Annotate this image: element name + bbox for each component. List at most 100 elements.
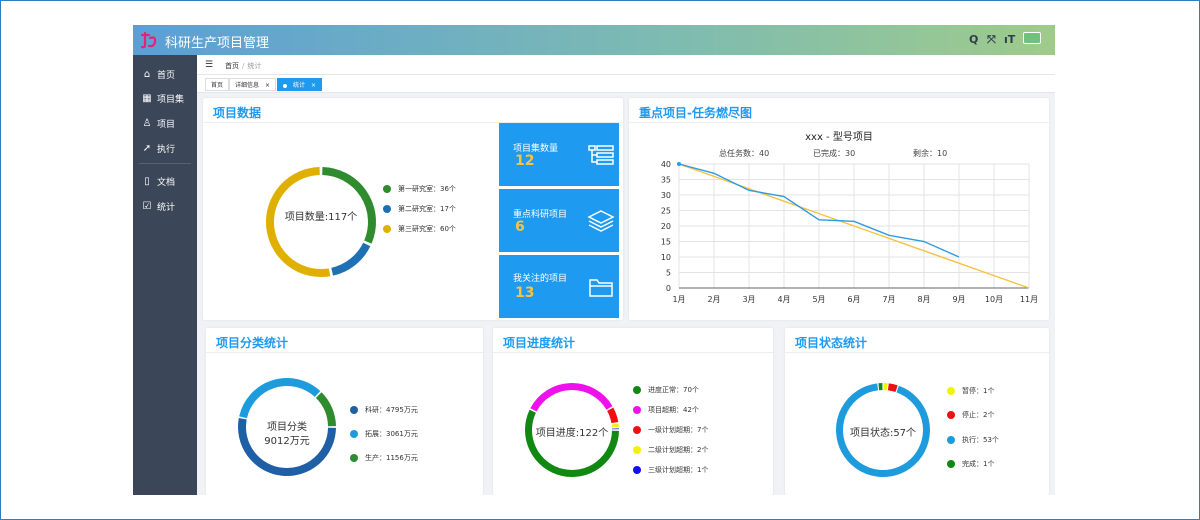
bell-icon: ♙ bbox=[142, 117, 152, 129]
x-tick-label: 11月 bbox=[1020, 295, 1038, 304]
tab-label: 首页 bbox=[211, 82, 224, 89]
legend-swatch bbox=[947, 387, 955, 395]
tab-close-icon[interactable]: × bbox=[265, 82, 270, 89]
app-window: 科研生产项目管理 Q ⤧ ıT ⌂ 首页 ▦ 项目集 ♙ 项目 ➚ 执行 ▯ 文… bbox=[133, 25, 1055, 495]
donut-segment[interactable] bbox=[525, 409, 619, 477]
tile-key-projects[interactable]: 重点科研项目 6 bbox=[499, 189, 619, 252]
tile-program-count[interactable]: 项目集数量 12 bbox=[499, 123, 619, 186]
project-data-card: 项目数据 项目数量:117个 第一研究室：36个 第二研究室：17个 第三研究室… bbox=[203, 98, 623, 320]
donut-segment[interactable] bbox=[887, 383, 898, 393]
legend-item: 第一研究室：36个 bbox=[383, 184, 456, 194]
legend-item: 生产：1156万元 bbox=[350, 453, 418, 463]
y-tick-label: 0 bbox=[666, 284, 671, 293]
chart-title: xxx - 型号项目 bbox=[805, 132, 873, 143]
x-tick-label: 8月 bbox=[917, 295, 930, 304]
font-size-icon[interactable]: ıT bbox=[1004, 33, 1015, 46]
fullscreen-icon[interactable]: ⤧ bbox=[987, 33, 996, 47]
legend-label: 第三研究室：60个 bbox=[398, 225, 456, 233]
breadcrumb-home[interactable]: 首页 bbox=[225, 62, 239, 70]
donut-segment[interactable] bbox=[607, 407, 619, 424]
donut-center-label: 项目进度:122个 bbox=[535, 428, 609, 439]
sidebar-item-project[interactable]: ♙ 项目 bbox=[133, 112, 197, 134]
x-tick-label: 1月 bbox=[672, 295, 685, 304]
legend-item: 停止：2个 bbox=[947, 410, 994, 420]
y-tick-label: 20 bbox=[661, 222, 671, 231]
y-tick-label: 25 bbox=[661, 207, 671, 216]
x-tick-label: 6月 bbox=[847, 295, 860, 304]
x-tick-label: 7月 bbox=[882, 295, 895, 304]
sidebar-item-label: 项目集 bbox=[157, 94, 185, 105]
sidebar-item-documents[interactable]: ▯ 文档 bbox=[133, 170, 197, 192]
tile-label: 我关注的项目 bbox=[513, 274, 568, 284]
breadcrumb-current: 统计 bbox=[247, 62, 262, 70]
x-tick-label: 5月 bbox=[812, 295, 825, 304]
legend-item: 完成：1个 bbox=[947, 459, 994, 469]
card-divider bbox=[493, 352, 773, 353]
summary-tiles: 项目集数量 12 重点科研项目 6 我关注的项目 13 bbox=[499, 98, 623, 320]
y-tick-label: 40 bbox=[661, 160, 671, 169]
legend-item: 一级计划超期：7个 bbox=[633, 425, 708, 435]
donut-segment[interactable] bbox=[331, 242, 371, 276]
tab-stats[interactable]: 统计 × bbox=[277, 78, 323, 91]
legend-item: 科研：4795万元 bbox=[350, 405, 418, 415]
tab-label: 统计 bbox=[293, 82, 306, 89]
burndown-line-chart: 0 5 10 15 20 25 30 35 40 1月 2月 3月 4月 5月 6月 7月 8月 9月 10月 11月 bbox=[661, 160, 1038, 304]
donut-segment[interactable] bbox=[322, 167, 376, 244]
status-stats-card: 项目状态统计 项目状态:57个 暂停：1个 停止：2个 执行：53个 完成：1个 bbox=[785, 328, 1049, 495]
legend-swatch bbox=[633, 406, 641, 414]
x-tick-label: 2月 bbox=[707, 295, 720, 304]
legend-label: 暂停：1个 bbox=[962, 387, 995, 395]
card-title: 项目状态统计 bbox=[795, 336, 868, 350]
sidebar-item-stats[interactable]: ☑ 统计 bbox=[133, 195, 197, 217]
legend-label: 进度正常：70个 bbox=[648, 386, 699, 394]
legend-swatch bbox=[350, 454, 358, 462]
sidebar-divider bbox=[139, 163, 191, 164]
tile-value: 6 bbox=[515, 219, 525, 235]
tab-bar: 首页 详细信息 × 统计 × bbox=[197, 75, 1055, 93]
donut-center-label-line1: 项目分类 bbox=[267, 422, 307, 433]
app-title: 科研生产项目管理 bbox=[165, 36, 270, 51]
legend-item: 第三研究室：60个 bbox=[383, 224, 456, 234]
list-icon bbox=[588, 145, 614, 165]
donut-segment[interactable] bbox=[530, 383, 613, 412]
card-divider bbox=[785, 352, 1049, 353]
legend-item: 二级计划超期：2个 bbox=[633, 445, 708, 455]
progress-stats-card: 项目进度统计 项目进度:122个 进度正常：70个 项目超期：42个 一级计划超… bbox=[493, 328, 773, 495]
tab-close-icon[interactable]: × bbox=[311, 82, 316, 89]
legend-swatch bbox=[350, 406, 358, 414]
tab-label: 详细信息 bbox=[235, 82, 260, 89]
legend-item: 暂停：1个 bbox=[947, 386, 994, 396]
legend-item: 进度正常：70个 bbox=[633, 385, 699, 395]
screenshot-frame: 科研生产项目管理 Q ⤧ ıT ⌂ 首页 ▦ 项目集 ♙ 项目 ➚ 执行 ▯ 文… bbox=[0, 0, 1200, 520]
legend-item: 第二研究室：17个 bbox=[383, 204, 456, 214]
legend-swatch bbox=[633, 446, 641, 454]
theme-badge-icon[interactable] bbox=[1023, 32, 1041, 44]
sidebar-item-label: 执行 bbox=[157, 144, 176, 155]
legend-label: 停止：2个 bbox=[962, 411, 995, 419]
legend-swatch bbox=[383, 225, 391, 233]
document-icon: ▯ bbox=[144, 175, 150, 187]
menu-toggle-icon[interactable]: ☰ bbox=[205, 60, 213, 70]
card-title: 重点项目-任务燃尽图 bbox=[639, 106, 752, 120]
donut-center-label: 项目数量:117个 bbox=[284, 212, 358, 223]
sidebar-item-label: 项目 bbox=[157, 119, 176, 130]
tab-home[interactable]: 首页 bbox=[205, 78, 230, 91]
donut-segment[interactable] bbox=[239, 378, 321, 419]
tile-value: 12 bbox=[515, 153, 535, 169]
sidebar-item-home[interactable]: ⌂ 首页 bbox=[133, 63, 197, 85]
x-tick-label: 3月 bbox=[742, 295, 755, 304]
data-point[interactable] bbox=[677, 162, 681, 166]
legend-label: 一级计划超期：7个 bbox=[648, 426, 709, 434]
burndown-card: 重点项目-任务燃尽图 xxx - 型号项目 总任务数：40 已完成：30 剩余：… bbox=[629, 98, 1049, 320]
x-tick-label: 9月 bbox=[952, 295, 965, 304]
sidebar-item-execute[interactable]: ➚ 执行 bbox=[133, 137, 197, 159]
tab-details[interactable]: 详细信息 × bbox=[229, 78, 277, 91]
legend-label: 完成：1个 bbox=[962, 460, 995, 468]
active-tab-dot-icon bbox=[283, 83, 287, 88]
tile-followed-projects[interactable]: 我关注的项目 13 bbox=[499, 255, 619, 318]
search-icon[interactable]: Q bbox=[969, 33, 978, 46]
y-tick-label: 5 bbox=[666, 269, 671, 278]
sidebar-item-program[interactable]: ▦ 项目集 bbox=[133, 87, 197, 109]
card-divider bbox=[629, 122, 1049, 123]
stats-icon: ☑ bbox=[142, 200, 152, 212]
